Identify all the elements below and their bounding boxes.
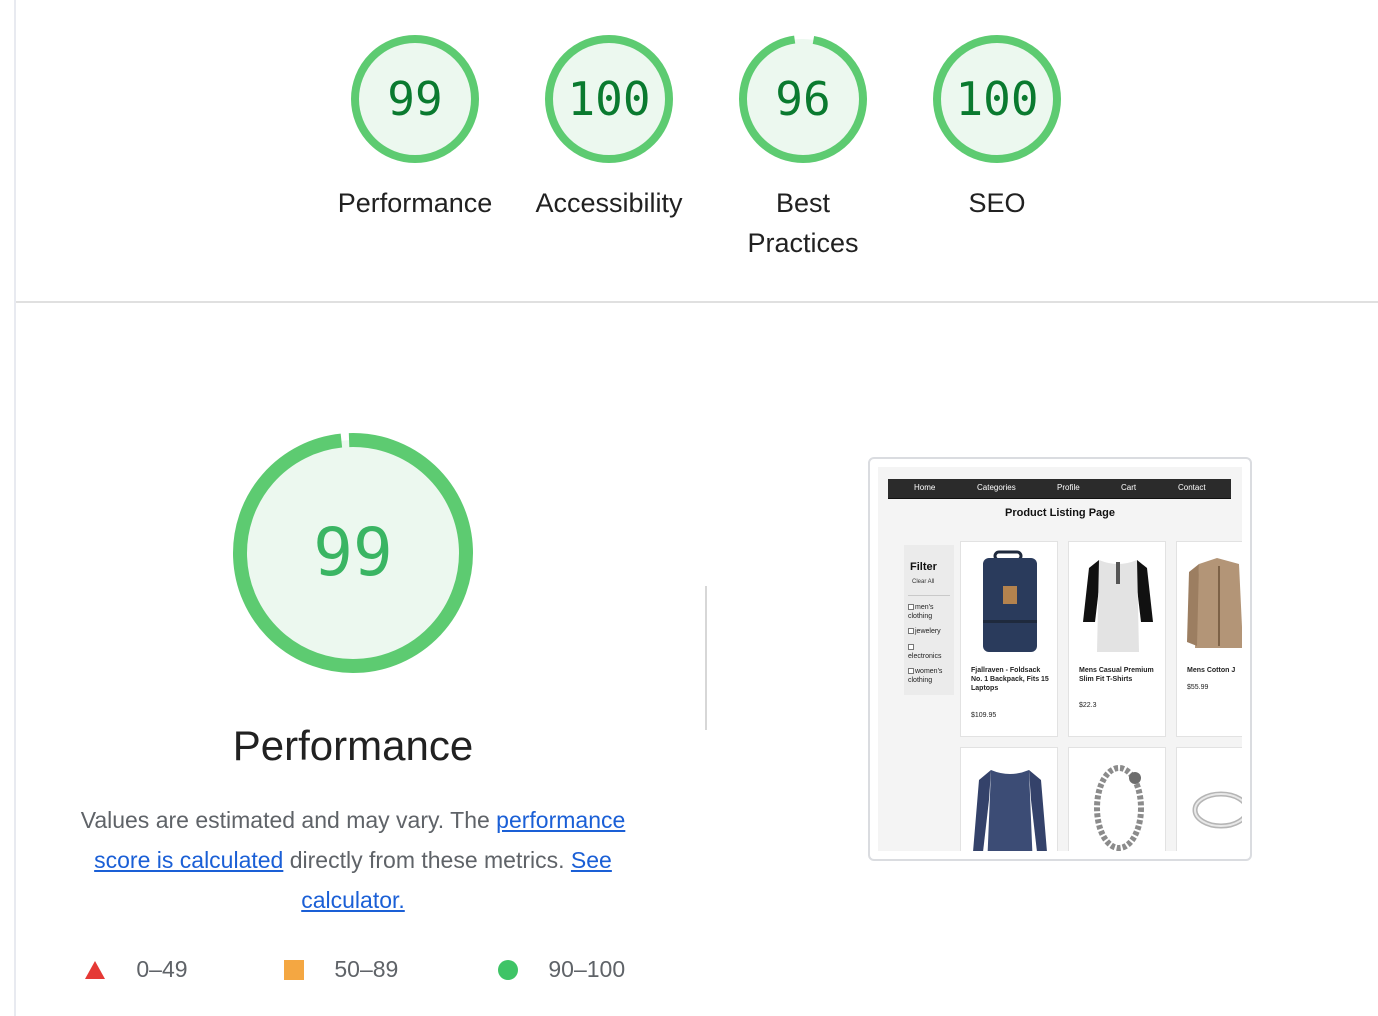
bracelet-image [1094,765,1144,851]
shirt-image [1083,560,1153,652]
backpack-image [983,550,1037,652]
product-name: Mens Cotton J [1187,667,1236,674]
legend-fail: 0–49 [84,955,188,985]
nav-cart: Cart [1121,483,1137,492]
nav-contact: Contact [1178,483,1206,492]
product-price: $55.99 [1187,684,1209,691]
gauge-label: SEO [968,188,1026,218]
gauge-score: 100 [567,72,651,126]
square-icon [284,959,304,980]
nav-profile: Profile [1057,483,1080,492]
circle-icon [498,959,518,980]
performance-score: 99 [313,514,393,591]
legend-average: 50–89 [284,955,398,985]
filter-option: electronics [908,643,954,661]
product-price: $109.95 [971,712,997,719]
product-card [1068,747,1166,851]
product-name: Fjallraven - Foldsack No. 1 Backpack, Fi… [971,667,1049,692]
gauge-best-practices[interactable]: 96 Best Practices [718,33,888,263]
gauge-label: Best Practices [747,188,859,258]
product-price: $22.3 [1079,702,1097,709]
legend-range: 0–49 [136,956,188,983]
product-card: Mens Casual Premium Slim Fit T-Shirts $2… [1068,541,1166,737]
gauge-seo[interactable]: 100 SEO [912,33,1082,223]
sweater-image [973,770,1047,851]
gauge-accessibility[interactable]: 100 Accessibility [524,33,694,223]
performance-title: Performance [232,722,474,769]
filter-option: jewelery [908,627,954,636]
checkbox-icon [908,644,914,650]
product-name: Mens Casual Premium Slim Fit T-Shirts [1079,667,1154,683]
filter-option: women's clothing [908,667,954,685]
description-text: Values are estimated and may vary. The [80,807,497,833]
checkbox-icon [908,604,914,610]
gauge-score: 100 [955,72,1039,126]
legend-range: 50–89 [334,956,399,983]
gauge-score: 99 [387,72,443,126]
checkbox-icon [908,628,914,634]
nav-home: Home [914,483,936,492]
product-card [1176,747,1242,851]
filter-option: men's clothing [908,603,954,621]
nav-categories: Categories [977,483,1016,492]
final-screenshot[interactable]: Home Categories Profile Cart Contact Pro… [868,457,1252,861]
gauge-label: Accessibility [535,188,683,218]
filter-panel: Filter Clear All men's clothing jewelery… [904,545,954,695]
left-border [14,0,16,1016]
section-divider [16,301,1378,303]
performance-gauge: 99 [232,432,474,674]
bangle-image [1192,791,1242,829]
gauge-label: Performance [337,188,493,218]
product-card [960,747,1058,851]
legend-pass: 90–100 [498,955,625,985]
screenshot-navbar: Home Categories Profile Cart Contact [888,479,1231,499]
gauge-score: 96 [775,72,831,126]
filter-option-label: jewelery [915,628,941,635]
performance-description: Values are estimated and may vary. The p… [60,800,646,920]
product-card: Mens Cotton J $55.99 [1176,541,1242,737]
filter-title: Filter [910,561,937,573]
description-text: directly from these metrics. [283,847,571,873]
clear-all: Clear All [912,579,935,585]
gauge-performance[interactable]: 99 Performance [330,33,500,223]
vertical-separator [705,586,707,730]
filter-divider [908,595,950,596]
triangle-icon [85,960,105,979]
jacket-image [1187,558,1242,648]
checkbox-icon [908,668,914,674]
legend-range: 90–100 [548,956,626,983]
filter-option-label: electronics [908,653,942,660]
screenshot-page: Home Categories Profile Cart Contact Pro… [878,467,1242,851]
product-card: Fjallraven - Foldsack No. 1 Backpack, Fi… [960,541,1058,737]
screenshot-page-title: Product Listing Page [1004,507,1115,519]
